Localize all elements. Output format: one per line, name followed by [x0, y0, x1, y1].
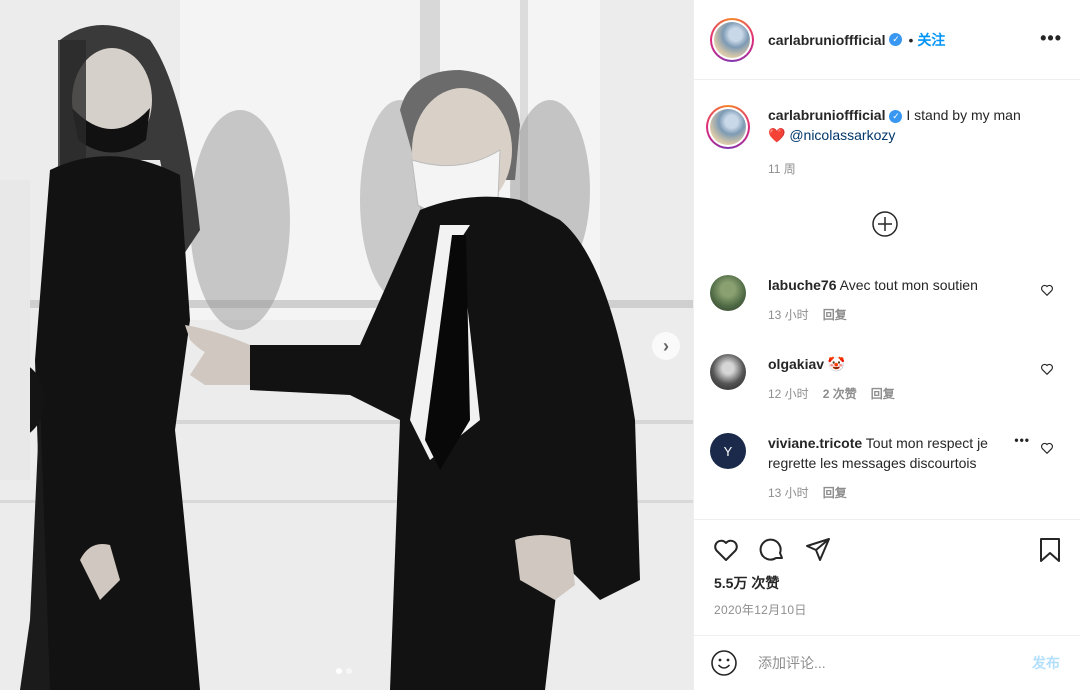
author-username[interactable]: carlabrunioffficial — [768, 32, 885, 48]
comment-input[interactable]: 添加评论... — [758, 653, 1032, 673]
follow-button[interactable]: 关注 — [917, 30, 945, 50]
comment-time[interactable]: 12 小时 — [768, 384, 809, 404]
emoji-icon[interactable] — [710, 649, 738, 677]
comment-username[interactable]: viviane.tricote — [768, 435, 862, 451]
comment-composer: 添加评论... 发布 — [694, 635, 1080, 690]
author-avatar[interactable] — [710, 17, 754, 62]
post-comment-button[interactable]: 发布 — [1032, 653, 1060, 673]
comment-icon[interactable] — [758, 536, 786, 564]
caption-avatar[interactable] — [706, 105, 750, 149]
photo-illustration — [0, 0, 693, 690]
heart-emoji: ❤️ — [768, 127, 786, 143]
reply-button[interactable]: 回复 — [823, 305, 847, 325]
post-photo[interactable]: › — [0, 0, 693, 690]
verified-badge-icon: ✓ — [889, 109, 903, 123]
reply-button[interactable]: 回复 — [823, 483, 847, 503]
comment-item: Y viviane.tricote Tout mon respect je re… — [710, 433, 1064, 503]
heart-icon[interactable] — [1040, 441, 1054, 455]
carousel-dot — [346, 668, 352, 674]
reply-button[interactable]: 回复 — [871, 384, 895, 404]
more-options-icon[interactable]: ••• — [1040, 28, 1062, 49]
caption-timestamp[interactable]: 11 周 — [768, 159, 796, 179]
comment-text: Avec tout mon soutien — [839, 277, 978, 293]
post-actions: 5.5万 次赞 2020年12月10日 — [694, 519, 1080, 635]
commenter-avatar[interactable] — [710, 354, 746, 390]
bookmark-icon[interactable] — [1036, 536, 1064, 564]
add-circle-icon[interactable] — [871, 210, 899, 238]
heart-icon[interactable] — [712, 536, 740, 564]
carousel-indicator — [336, 668, 352, 674]
commenter-avatar[interactable]: Y — [710, 433, 746, 469]
comment-item: labuche76 Avec tout mon soutien 13 小时 回复 — [710, 275, 1064, 325]
comment-likes[interactable]: 2 次赞 — [823, 384, 857, 404]
comment-time[interactable]: 13 小时 — [768, 305, 809, 325]
chevron-right-icon: › — [663, 335, 669, 356]
comment-more-icon[interactable]: ••• — [1014, 433, 1030, 447]
heart-icon[interactable] — [1040, 362, 1054, 376]
share-icon[interactable] — [804, 536, 832, 564]
comment-time[interactable]: 13 小时 — [768, 483, 809, 503]
caption-username[interactable]: carlabrunioffficial — [768, 107, 885, 123]
comment-username[interactable]: labuche76 — [768, 277, 836, 293]
caption: carlabrunioffficial ✓ I stand by my man ❤… — [706, 105, 1064, 179]
carousel-dot-active — [336, 668, 342, 674]
comment-username[interactable]: olgakiav — [768, 356, 824, 372]
verified-badge-icon: ✓ — [889, 33, 903, 46]
caption-mention[interactable]: @nicolassarkozy — [789, 127, 895, 143]
comment-item: olgakiav 🤡 12 小时 2 次赞 回复 — [710, 354, 1064, 404]
post-header: carlabrunioffficial ✓ • 关注 ••• — [694, 0, 1080, 80]
comments-list[interactable]: carlabrunioffficial ✓ I stand by my man ❤… — [694, 81, 1080, 519]
separator: • — [908, 31, 914, 48]
carousel-next-button[interactable]: › — [652, 332, 680, 360]
comment-text: 🤡 — [827, 356, 846, 372]
post-date[interactable]: 2020年12月10日 — [714, 601, 807, 618]
caption-text: I stand by my man — [906, 107, 1021, 123]
heart-icon[interactable] — [1040, 283, 1054, 297]
like-count[interactable]: 5.5万 次赞 — [714, 573, 779, 593]
post-side-panel: carlabrunioffficial ✓ • 关注 ••• carlabrun… — [693, 0, 1080, 690]
commenter-avatar[interactable] — [710, 275, 746, 311]
